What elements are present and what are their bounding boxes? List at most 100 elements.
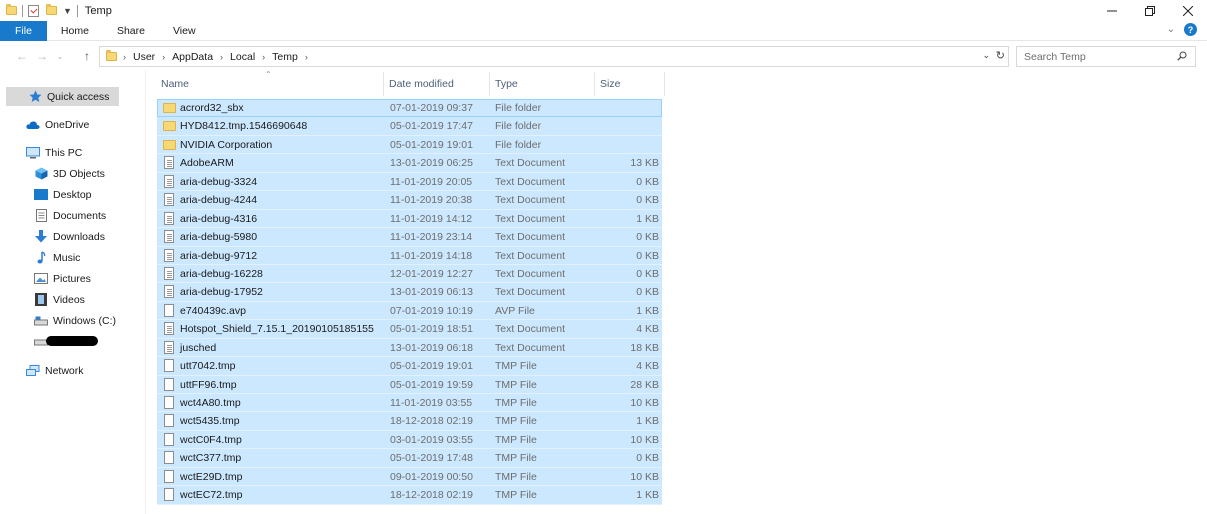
file-size: 4 KB [636,323,659,336]
file-type: Text Document [495,212,566,225]
address-bar[interactable]: › User › AppData › Local › Temp › ⌄ ↻ [99,46,1009,67]
refresh-icon[interactable]: ↻ [996,49,1005,62]
nav-music[interactable]: Music [34,248,80,267]
text-file-icon [164,248,174,262]
nav-windows-c[interactable]: Windows (C:) [34,311,116,330]
breadcrumb-appdata[interactable]: AppData [172,51,213,63]
nav-onedrive[interactable]: OneDrive [26,115,89,134]
table-row[interactable]: NVIDIA Corporation 05-01-2019 19:01 File f… [157,135,662,155]
breadcrumb-separator[interactable]: › [220,52,223,62]
file-rows: acrord32_sbx 07-01-2019 09:37 File folder H… [157,99,662,505]
file-size: 0 KB [636,286,659,299]
tab-home[interactable]: Home [47,21,103,41]
file-date: 07-01-2019 09:37 [390,102,473,114]
file-type: File folder [495,120,542,133]
nav-quick-access[interactable]: Quick access [6,87,119,106]
breadcrumb-user[interactable]: User [133,51,155,63]
table-row[interactable]: wctC0F4.tmp 03-01-2019 03:55 TMP File 10 KB [157,430,662,450]
nav-this-pc[interactable]: This PC [26,143,82,162]
table-row[interactable]: wctE29D.tmp 09-01-2019 00:50 TMP File 10 KB [157,467,662,487]
customize-toolbar-icon[interactable]: ▼ [63,6,72,16]
breadcrumb-separator[interactable]: › [305,52,308,62]
file-date: 05-01-2019 17:47 [390,120,473,133]
nav-pictures[interactable]: Pictures [34,269,91,288]
text-file-icon [164,156,174,170]
table-row[interactable]: aria-debug-4244 11-01-2019 20:38 Text Docu… [157,191,662,210]
column-header-name[interactable]: Name [157,72,384,96]
search-icon[interactable] [1177,51,1187,61]
help-icon[interactable]: ? [1184,23,1197,36]
breadcrumb-separator[interactable]: › [262,52,265,62]
table-row[interactable]: aria-debug-9712 11-01-2019 14:18 Text Docu… [157,246,662,265]
table-row[interactable]: wct4A80.tmp 11-01-2019 03:55 TMP File 10 KB [157,394,662,413]
tab-share[interactable]: Share [103,21,159,41]
table-row[interactable]: aria-debug-16228 12-01-2019 12:27 Text Doc… [157,264,662,284]
nav-label: Windows (C:) [53,314,117,327]
table-row[interactable]: jusched 13-01-2019 06:18 Text Document 18 K… [157,338,662,358]
file-type: File folder [495,102,542,114]
tab-file[interactable]: File [0,20,47,41]
breadcrumb-separator[interactable]: › [162,52,165,62]
file-size: 0 KB [636,267,659,280]
network-icon [26,364,40,378]
tab-view[interactable]: View [159,21,210,41]
restore-icon [1145,5,1155,16]
table-row[interactable]: wctC377.tmp 05-01-2019 17:48 TMP File 0 KB [157,449,662,468]
minimize-icon [1107,10,1117,11]
new-folder-icon[interactable] [46,4,57,15]
column-header-type[interactable]: Type [491,72,595,96]
file-name: uttFF96.tmp [180,378,237,391]
file-icon [164,303,174,317]
search-box[interactable] [1016,46,1196,67]
nav-label: Documents [53,209,107,222]
file-name: wctC0F4.tmp [180,433,242,446]
file-date: 18-12-2018 02:19 [390,489,473,502]
address-dropdown-icon[interactable]: ⌄ [982,50,990,61]
table-row[interactable]: AdobeARM 13-01-2019 06:25 Text Document 13 … [157,154,662,173]
file-type: Text Document [495,267,566,280]
breadcrumb-temp[interactable]: Temp [272,51,298,63]
column-header-size[interactable]: Size [596,72,665,96]
back-button[interactable]: ← [15,48,29,64]
nav-label: Music [53,251,81,264]
table-row[interactable]: uttFF96.tmp 05-01-2019 19:59 TMP File 28 KB [157,375,662,394]
table-row[interactable]: Hotspot_Shield_7.15.1_20190105185155 05-0… [157,320,662,339]
file-date: 09-01-2019 00:50 [390,470,473,483]
navigation-pane: Quick access OneDrive This PC 3D Objects… [0,70,146,514]
file-size [597,136,659,154]
recent-locations-button[interactable]: ⌄ [53,48,67,64]
up-button[interactable]: ↑ [80,48,94,64]
properties-icon[interactable] [28,4,39,17]
restore-button[interactable] [1131,0,1169,21]
file-size: 18 KB [630,341,659,354]
table-row[interactable]: aria-debug-17952 13-01-2019 06:13 Text Doc… [157,283,662,302]
forward-button[interactable]: → [35,48,49,64]
column-header-date[interactable]: Date modified [385,72,490,96]
file-date: 18-12-2018 02:19 [390,415,473,428]
table-row[interactable]: utt7042.tmp 05-01-2019 19:01 TMP File 4 KB [157,357,662,376]
close-button[interactable] [1169,0,1207,21]
table-row[interactable]: aria-debug-3324 11-01-2019 20:05 Text Docu… [157,172,662,192]
nav-videos[interactable]: Videos [34,290,85,309]
window-controls [1093,0,1207,21]
nav-3d-objects[interactable]: 3D Objects [34,164,105,183]
nav-desktop[interactable]: Desktop [34,185,92,204]
file-name: wct4A80.tmp [180,397,241,409]
minimize-button[interactable] [1093,0,1131,21]
table-row[interactable]: aria-debug-5980 11-01-2019 23:14 Text Docu… [157,228,662,247]
table-row[interactable]: wctEC72.tmp 18-12-2018 02:19 TMP File 1 KB [157,486,662,505]
breadcrumb-local[interactable]: Local [230,51,255,63]
nav-network[interactable]: Network [26,361,84,380]
nav-downloads[interactable]: Downloads [34,227,105,246]
breadcrumb-separator[interactable]: › [123,52,126,62]
table-row[interactable]: e740439c.avp 07-01-2019 10:19 AVP File 1 KB [157,301,662,321]
table-row[interactable]: aria-debug-4316 11-01-2019 14:12 Text Docu… [157,209,662,229]
table-row[interactable]: acrord32_sbx 07-01-2019 09:37 File folder [157,99,662,118]
search-input[interactable] [1024,50,1164,63]
nav-documents[interactable]: Documents [34,206,106,225]
expand-ribbon-icon[interactable]: ⌄ [1167,24,1175,35]
table-row[interactable]: wct5435.tmp 18-12-2018 02:19 TMP File 1 KB [157,412,662,431]
file-type: TMP File [495,360,537,373]
star-icon [28,90,42,104]
table-row[interactable]: HYD8412.tmp.1546690648 05-01-2019 17:47 Fi… [157,117,662,136]
